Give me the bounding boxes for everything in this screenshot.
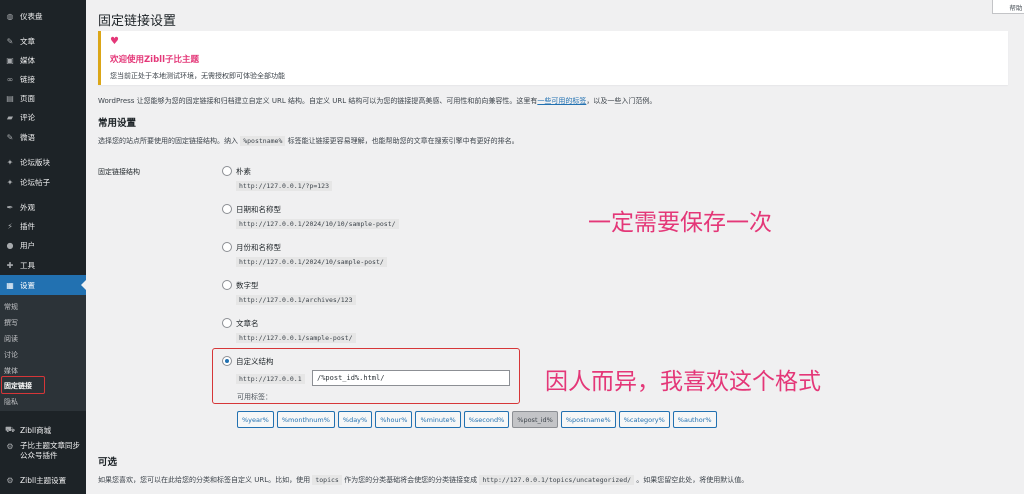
wrench-icon: ✚	[6, 260, 14, 270]
annotation-preference: 因人而异，我喜欢这个格式	[545, 369, 821, 395]
cart-icon: ⛟	[4, 425, 16, 434]
notice-text: 您当前正处于本地测试环境，无需授权即可体验全部功能	[110, 72, 285, 80]
postname-code: %postname%	[240, 136, 286, 146]
tag-button-day[interactable]: %day%	[337, 411, 373, 428]
menu-zibll-mall[interactable]: ⛟ Zibll商城	[0, 420, 86, 440]
gear-icon: ⚙	[6, 475, 14, 485]
menu-comments[interactable]: ▰ 评论	[0, 107, 86, 127]
link-icon: ∞	[6, 74, 14, 84]
menu-plugins[interactable]: ⚡ 插件	[0, 216, 86, 236]
submenu-general[interactable]: 常规	[0, 299, 86, 314]
radio-day-name[interactable]	[222, 204, 232, 214]
settings-icon: ▦	[6, 280, 14, 290]
help-button[interactable]: 帮助▾	[992, 0, 1024, 14]
radio-numeric[interactable]	[222, 280, 232, 290]
submenu-writing[interactable]: 撰写	[0, 315, 86, 330]
tag-buttons: %year% %monthnum% %day% %hour% %minute% …	[237, 411, 717, 428]
menu-tweets[interactable]: ✎ 微语	[0, 127, 86, 147]
tag-button-author[interactable]: %author%	[672, 411, 717, 428]
theme-notice: ♥ 欢迎使用Zibll子比主题 您当前正处于本地测试环境，无需授权即可体验全部功…	[98, 31, 1008, 85]
common-settings-desc: 选择您的站点所要使用的固定链接结构。纳入 %postname% 标签能让链接更容…	[98, 136, 519, 146]
tag-button-hour[interactable]: %hour%	[375, 411, 413, 428]
menu-media[interactable]: ▣ 媒体	[0, 50, 86, 70]
available-tags-link[interactable]: 一些可用的标签	[537, 97, 586, 105]
menu-settings[interactable]: ▦ 设置	[0, 275, 86, 295]
menu-forum-posts[interactable]: ✦ 论坛帖子	[0, 172, 86, 192]
tag-button-category[interactable]: %category%	[618, 411, 670, 428]
page-icon: ▤	[6, 93, 14, 103]
media-icon: ▣	[6, 55, 14, 65]
submenu-privacy[interactable]: 隐私	[0, 394, 86, 409]
radio-month-name[interactable]	[222, 242, 232, 252]
menu-sync-plugin[interactable]: ⚙ 子比主题文章同步公众号插件	[0, 441, 86, 467]
optional-desc: 如果您喜欢，您可以在此给您的分类和标签自定义 URL。比如，使用 topics …	[98, 475, 749, 485]
submenu-discussion[interactable]: 讨论	[0, 347, 86, 362]
highlight-box-permalinks	[1, 376, 45, 394]
tag-button-monthnum[interactable]: %monthnum%	[276, 411, 335, 428]
submenu-reading[interactable]: 阅读	[0, 331, 86, 346]
pin-icon: ✎	[6, 36, 14, 46]
menu-appearance[interactable]: ✒ 外观	[0, 197, 86, 217]
radio-post-name[interactable]	[222, 318, 232, 328]
permalink-structure-label: 固定链接结构	[98, 168, 140, 176]
forum-icon: ✦	[6, 177, 14, 187]
common-settings-heading: 常用设置	[98, 118, 137, 129]
menu-forum-board[interactable]: ✦ 论坛版块	[0, 152, 86, 172]
brush-icon: ✒	[6, 202, 14, 212]
menu-posts[interactable]: ✎ 文章	[0, 31, 86, 51]
optional-heading: 可选	[98, 457, 118, 468]
tag-button-postname[interactable]: %postname%	[560, 411, 616, 428]
comment-icon: ▰	[6, 112, 14, 122]
annotation-save-once: 一定需要保存一次	[588, 210, 772, 236]
gear-icon: ⚙	[6, 441, 14, 451]
available-tags-label: 可用标签：	[237, 393, 272, 401]
active-arrow	[81, 280, 86, 290]
menu-links[interactable]: ∞ 链接	[0, 69, 86, 89]
heart-icon: ♥	[110, 36, 119, 47]
intro-text: WordPress 让您能够为您的固定链接和归档建立自定义 URL 结构。自定义…	[98, 97, 657, 105]
menu-tools[interactable]: ✚ 工具	[0, 255, 86, 275]
tag-button-post-id[interactable]: %post_id%	[512, 411, 558, 428]
page-title: 固定链接设置	[98, 14, 177, 29]
admin-sidebar: ◍ 仪表盘 ✎ 文章 ▣ 媒体 ∞ 链接 ▤ 页面 ▰ 评论 ✎ 微语 ✦ 论坛版块 ✦ 论坛帖子…	[0, 0, 86, 494]
menu-zibll-theme-settings[interactable]: ⚙ Zibll主题设置	[0, 470, 86, 490]
menu-users[interactable]: ● 用户	[0, 235, 86, 255]
tag-button-second[interactable]: %second%	[463, 411, 510, 428]
custom-structure-input[interactable]: /%post_id%.html/	[312, 370, 510, 386]
plugin-icon: ⚡	[7, 221, 13, 231]
user-icon: ●	[6, 240, 14, 250]
dashboard-icon: ◍	[6, 11, 14, 21]
menu-dashboard[interactable]: ◍ 仪表盘	[0, 6, 86, 26]
tag-button-minute[interactable]: %minute%	[415, 411, 461, 428]
notice-title: 欢迎使用Zibll子比主题	[110, 55, 199, 65]
menu-pages[interactable]: ▤ 页面	[0, 88, 86, 108]
forum-icon: ✦	[6, 157, 14, 167]
pin-icon: ✎	[6, 132, 14, 142]
tag-button-year[interactable]: %year%	[237, 411, 274, 428]
radio-plain[interactable]	[222, 166, 232, 176]
